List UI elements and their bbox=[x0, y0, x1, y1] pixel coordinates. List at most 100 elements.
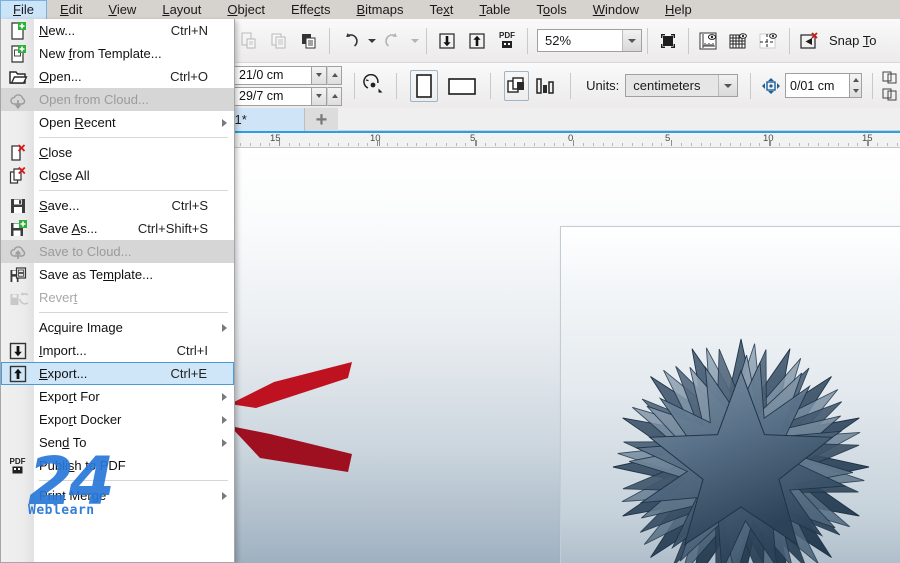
menubar-item-bitmaps[interactable]: Bitmaps bbox=[343, 0, 416, 19]
page-width-stepper-up[interactable] bbox=[327, 65, 342, 85]
menubar-item-view[interactable]: View bbox=[95, 0, 149, 19]
menu-icon-placeholder bbox=[1, 484, 34, 507]
menubar-item-layout[interactable]: Layout bbox=[149, 0, 214, 19]
menubar-item-table[interactable]: Table bbox=[466, 0, 523, 19]
publish-pdf-icon[interactable]: PDF bbox=[493, 27, 521, 55]
menubar-item-tools[interactable]: Tools bbox=[523, 0, 579, 19]
file-dropdown-menu: New... Ctrl+N New from Template... Open... C… bbox=[0, 19, 235, 563]
menu-item-save-as[interactable]: Save As... Ctrl+Shift+S bbox=[1, 217, 234, 240]
all-pages-icon[interactable] bbox=[504, 70, 530, 101]
menu-item-close[interactable]: Close bbox=[1, 141, 234, 164]
menu-item-close-all[interactable]: Close All bbox=[1, 164, 234, 187]
menu-item-print-merge[interactable]: Print Merge bbox=[1, 484, 234, 507]
menubar-item-help[interactable]: Help bbox=[652, 0, 705, 19]
menu-item-shortcut: Ctrl+E bbox=[170, 366, 207, 381]
rulers-icon[interactable] bbox=[695, 27, 723, 55]
menu-icon-placeholder bbox=[1, 111, 34, 134]
chevron-right-icon bbox=[218, 316, 234, 339]
redo-dropdown-icon[interactable] bbox=[408, 27, 421, 55]
menu-item-export-for[interactable]: Export For bbox=[1, 385, 234, 408]
page-orientation-toggle-icon[interactable] bbox=[361, 72, 388, 100]
menu-item-label: Acquire Image bbox=[39, 320, 123, 335]
grid-icon[interactable] bbox=[725, 27, 753, 55]
menu-item-label: Publish to PDF bbox=[39, 458, 126, 473]
submenu-placeholder bbox=[218, 88, 234, 111]
portrait-icon[interactable] bbox=[410, 69, 439, 102]
units-value: centimeters bbox=[633, 78, 701, 93]
snap-to-rest: o bbox=[869, 33, 877, 48]
coreldraw-window: File Edit View Layout Object Effects Bit… bbox=[0, 0, 900, 563]
page-width-field[interactable]: 21/0 cm bbox=[234, 65, 312, 85]
close-all-icon bbox=[1, 164, 34, 187]
add-page-button[interactable]: + bbox=[305, 108, 338, 131]
chevron-right-icon bbox=[218, 484, 234, 507]
nudge-stepper[interactable] bbox=[850, 73, 863, 98]
menu-item-open-recent[interactable]: Open Recent bbox=[1, 111, 234, 134]
undo-icon[interactable] bbox=[336, 27, 364, 55]
chevron-down-icon[interactable] bbox=[622, 30, 641, 51]
save-template-icon bbox=[1, 263, 34, 286]
zoom-level-combo[interactable]: 52% bbox=[537, 29, 642, 52]
menu-item-import[interactable]: Import... Ctrl+I bbox=[1, 339, 234, 362]
copy-icon[interactable] bbox=[265, 27, 293, 55]
menu-item-label: New from Template... bbox=[39, 46, 162, 61]
menu-item-shortcut: Ctrl+N bbox=[170, 23, 208, 38]
chevron-down-icon[interactable] bbox=[718, 75, 738, 96]
import-icon[interactable] bbox=[433, 27, 461, 55]
redo-icon[interactable] bbox=[379, 27, 407, 55]
submenu-placeholder bbox=[218, 164, 234, 187]
menu-item-label: Open... bbox=[39, 69, 82, 84]
menubar-item-text[interactable]: Text bbox=[416, 0, 466, 19]
menu-item-new-from-template[interactable]: New from Template... bbox=[1, 42, 234, 65]
menu-item-save-to-cloud[interactable]: Save to Cloud... bbox=[1, 240, 234, 263]
page-width-stepper[interactable] bbox=[312, 65, 327, 85]
menu-item-label: Save to Cloud... bbox=[39, 244, 132, 259]
guidelines-icon[interactable] bbox=[755, 27, 783, 55]
menu-separator bbox=[39, 480, 228, 481]
menu-item-list: New... Ctrl+N New from Template... Open... C… bbox=[1, 19, 234, 507]
clear-transform-icon[interactable] bbox=[796, 27, 824, 55]
menu-item-new[interactable]: New... Ctrl+N bbox=[1, 19, 234, 42]
menu-item-export-docker[interactable]: Export Docker bbox=[1, 408, 234, 431]
duplicate-offset-x-icon[interactable] bbox=[882, 70, 900, 84]
menu-item-open[interactable]: Open... Ctrl+O bbox=[1, 65, 234, 88]
submenu-placeholder bbox=[218, 42, 234, 65]
paste-icon[interactable] bbox=[295, 27, 323, 55]
paste-special-icon[interactable] bbox=[235, 27, 263, 55]
export-icon[interactable] bbox=[463, 27, 491, 55]
duplicate-offset-y-icon[interactable] bbox=[882, 87, 900, 101]
menubar-item-object[interactable]: Object bbox=[214, 0, 278, 19]
snap-to-label[interactable]: Snap To bbox=[829, 33, 876, 48]
toolbar-separator bbox=[396, 72, 398, 99]
undo-dropdown-icon[interactable] bbox=[365, 27, 378, 55]
submenu-placeholder bbox=[218, 19, 234, 42]
menu-icon-placeholder bbox=[1, 316, 34, 339]
nudge-value: 0/01 cm bbox=[790, 78, 835, 93]
menu-item-revert[interactable]: Revert bbox=[1, 286, 234, 309]
menubar-item-edit[interactable]: Edit bbox=[47, 0, 95, 19]
units-combo[interactable]: centimeters bbox=[625, 74, 739, 97]
menubar-item-window[interactable]: Window bbox=[580, 0, 652, 19]
menu-item-save-as-template[interactable]: Save as Template... bbox=[1, 263, 234, 286]
menu-item-send-to[interactable]: Send To bbox=[1, 431, 234, 454]
page-height-stepper[interactable] bbox=[312, 86, 327, 106]
page-height-stepper-up[interactable] bbox=[327, 86, 342, 106]
starburst-shape[interactable] bbox=[610, 336, 872, 563]
nudge-field[interactable]: 0/01 cm bbox=[785, 73, 851, 98]
menu-item-shortcut: Ctrl+Shift+S bbox=[137, 221, 208, 236]
current-page-icon[interactable] bbox=[532, 71, 557, 101]
full-screen-icon[interactable] bbox=[654, 27, 682, 55]
menu-item-label: Save as Template... bbox=[39, 267, 153, 282]
import-icon bbox=[1, 339, 34, 362]
landscape-icon[interactable] bbox=[445, 70, 479, 102]
submenu-placeholder bbox=[218, 454, 234, 477]
menu-item-open-from-cloud[interactable]: Open from Cloud... bbox=[1, 88, 234, 111]
menu-item-export[interactable]: Export... Ctrl+E bbox=[1, 362, 234, 385]
menubar-item-effects[interactable]: Effects bbox=[278, 0, 344, 19]
page-height-field[interactable]: 29/7 cm bbox=[234, 86, 312, 106]
menu-item-save[interactable]: Save... Ctrl+S bbox=[1, 194, 234, 217]
menubar-item-file[interactable]: File bbox=[0, 0, 47, 19]
menu-item-publish-to-pdf[interactable]: PDF Publish to PDF bbox=[1, 454, 234, 477]
nudge-icon[interactable] bbox=[760, 72, 782, 100]
menu-item-acquire-image[interactable]: Acquire Image bbox=[1, 316, 234, 339]
